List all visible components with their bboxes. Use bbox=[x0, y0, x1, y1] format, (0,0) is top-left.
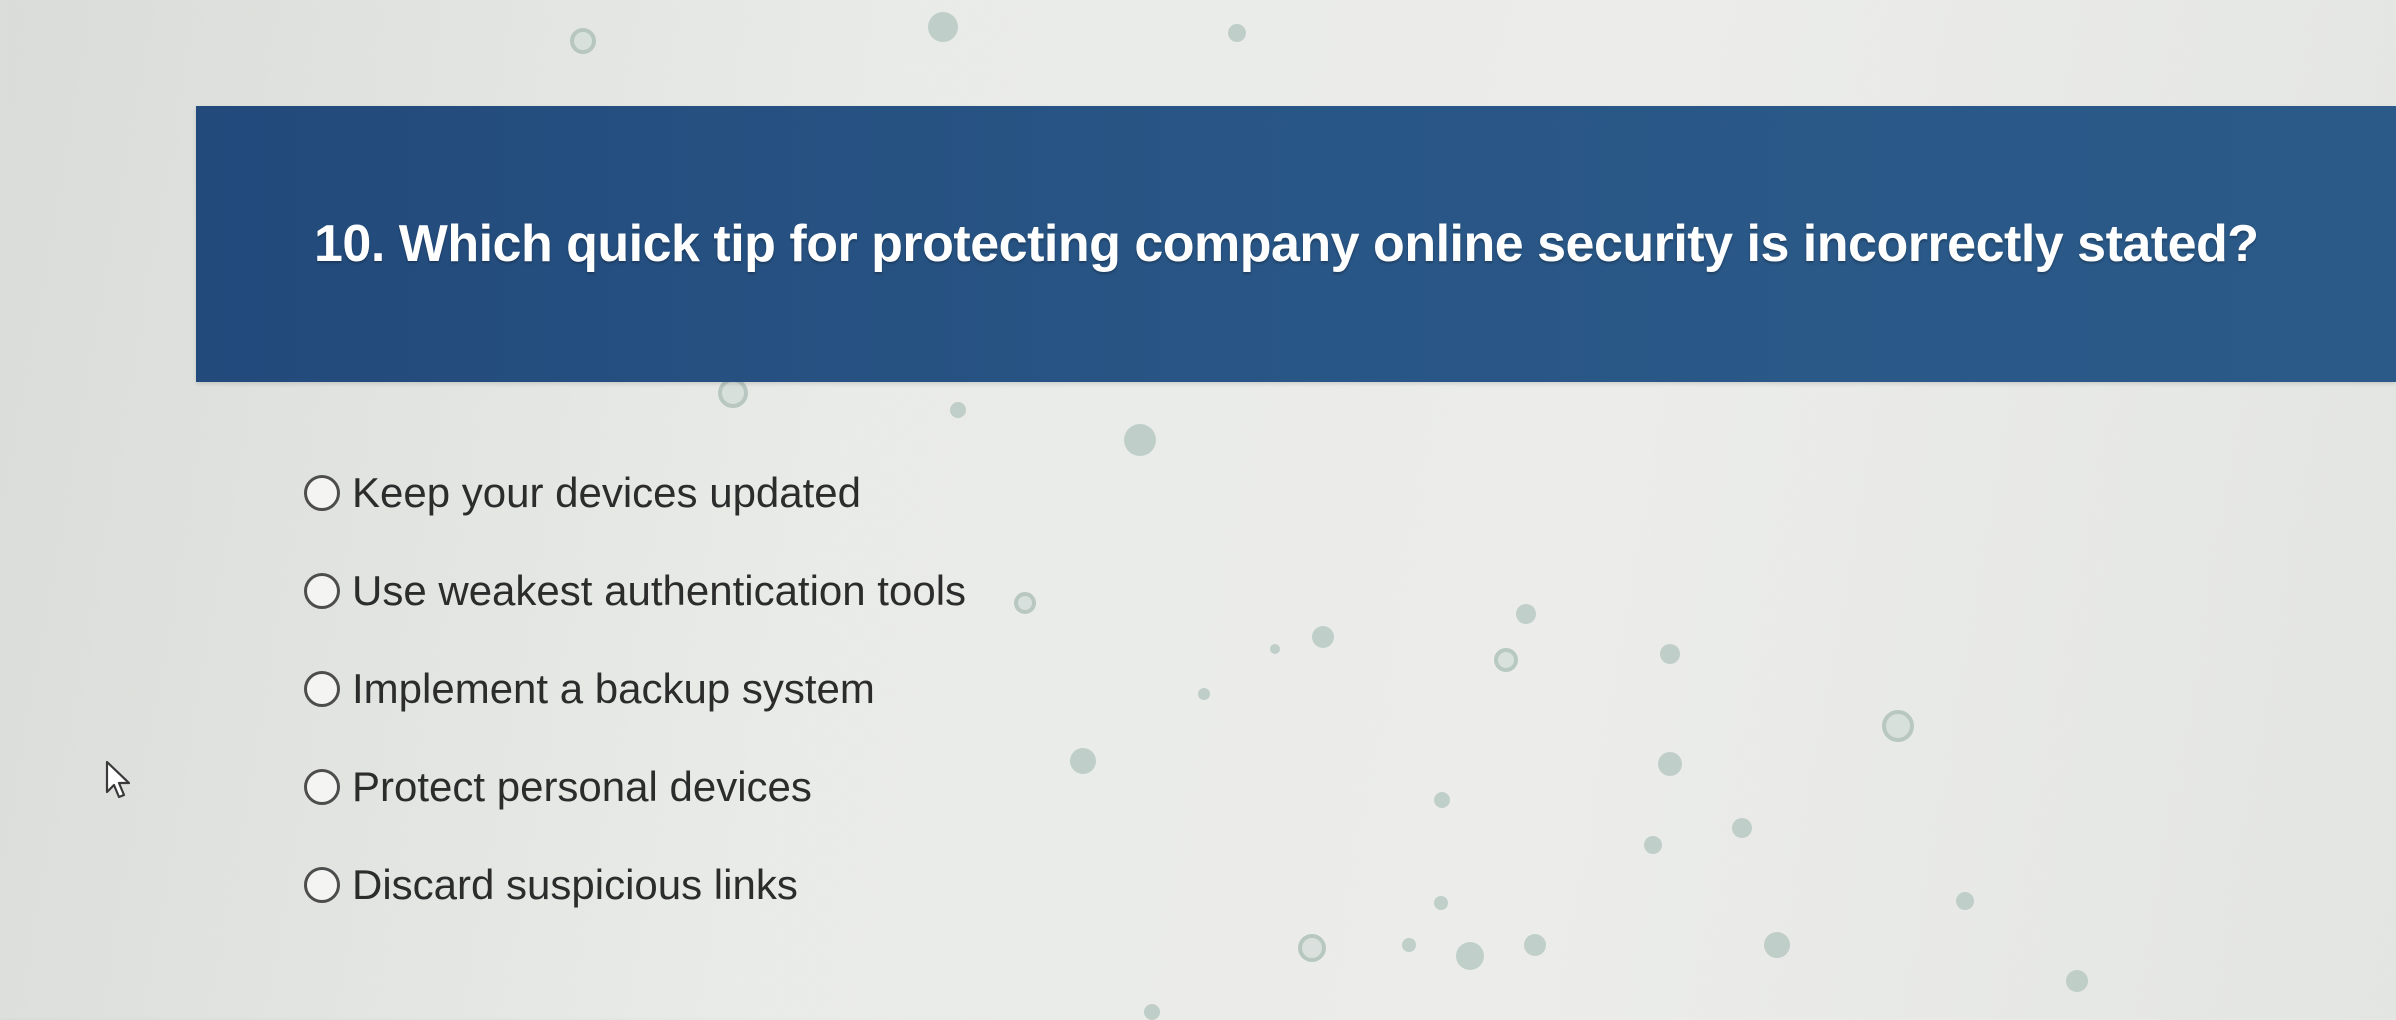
radio-unchecked-icon[interactable] bbox=[304, 671, 340, 707]
decor-dot bbox=[718, 378, 748, 408]
decor-dot bbox=[928, 12, 958, 42]
decor-dot bbox=[570, 28, 596, 54]
option-implement-backup-system[interactable]: Implement a backup system bbox=[304, 640, 1204, 738]
radio-unchecked-icon[interactable] bbox=[304, 769, 340, 805]
option-label[interactable]: Keep your devices updated bbox=[352, 469, 861, 517]
decor-dot bbox=[1644, 836, 1662, 854]
decor-dot bbox=[1494, 648, 1518, 672]
decor-dot bbox=[1402, 938, 1416, 952]
option-label[interactable]: Discard suspicious links bbox=[352, 861, 798, 909]
decor-dot bbox=[950, 402, 966, 418]
decor-dot bbox=[1732, 818, 1752, 838]
decor-dot bbox=[1516, 604, 1536, 624]
option-label[interactable]: Use weakest authentication tools bbox=[352, 567, 966, 615]
decor-dot bbox=[2066, 970, 2088, 992]
option-protect-personal-devices[interactable]: Protect personal devices bbox=[304, 738, 1204, 836]
decor-dot bbox=[1660, 644, 1680, 664]
option-discard-suspicious-links[interactable]: Discard suspicious links bbox=[304, 836, 1204, 934]
option-use-weakest-authentication-tools[interactable]: Use weakest authentication tools bbox=[304, 542, 1204, 640]
decor-dot bbox=[1658, 752, 1682, 776]
decor-dot bbox=[1882, 710, 1914, 742]
radio-unchecked-icon[interactable] bbox=[304, 867, 340, 903]
decor-dot bbox=[1298, 934, 1326, 962]
question-banner: 10. Which quick tip for protecting compa… bbox=[196, 106, 2396, 382]
option-label[interactable]: Implement a backup system bbox=[352, 665, 875, 713]
decor-dot bbox=[1228, 24, 1246, 42]
question-title: 10. Which quick tip for protecting compa… bbox=[314, 215, 2259, 273]
radio-unchecked-icon[interactable] bbox=[304, 573, 340, 609]
answer-options: Keep your devices updated Use weakest au… bbox=[304, 444, 1204, 934]
option-label[interactable]: Protect personal devices bbox=[352, 763, 812, 811]
decor-dot bbox=[1764, 932, 1790, 958]
decor-dot bbox=[1956, 892, 1974, 910]
mouse-pointer-icon bbox=[105, 760, 131, 799]
decor-dot bbox=[1456, 942, 1484, 970]
decor-dot bbox=[1434, 896, 1448, 910]
decor-dot bbox=[1524, 934, 1546, 956]
radio-unchecked-icon[interactable] bbox=[304, 475, 340, 511]
decor-dot bbox=[1434, 792, 1450, 808]
decor-dot bbox=[1312, 626, 1334, 648]
decor-dot bbox=[1270, 644, 1280, 654]
option-keep-devices-updated[interactable]: Keep your devices updated bbox=[304, 444, 1204, 542]
